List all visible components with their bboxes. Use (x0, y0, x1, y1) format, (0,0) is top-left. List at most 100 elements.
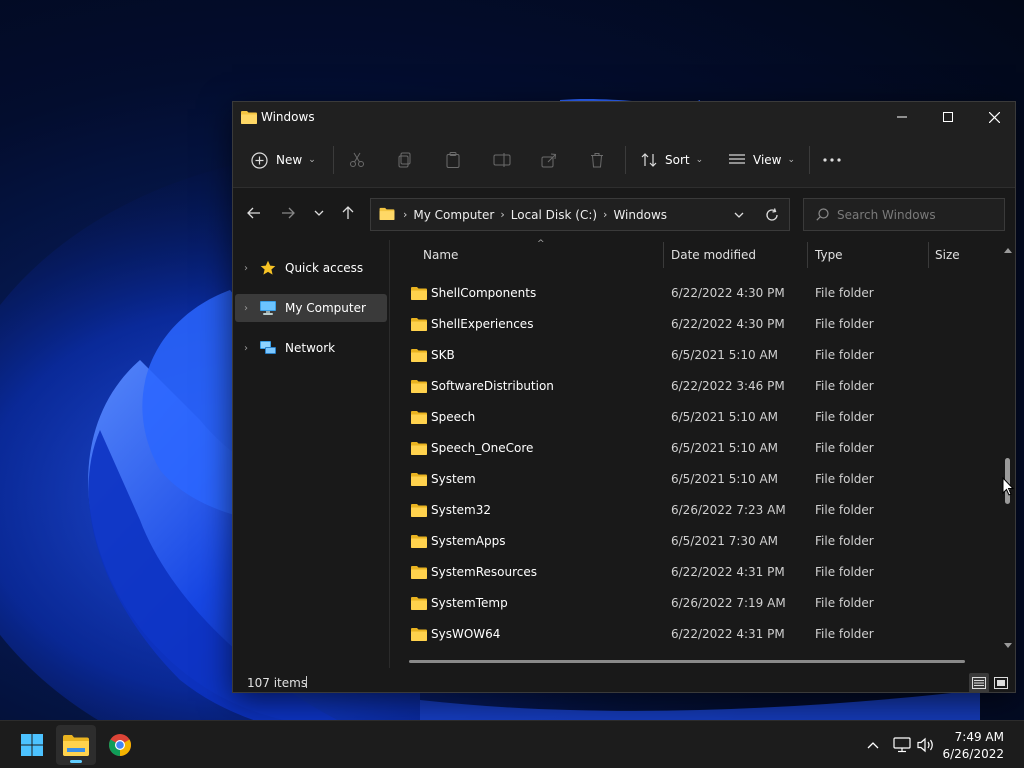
file-type: File folder (815, 410, 874, 424)
scroll-down-icon[interactable] (1003, 642, 1013, 650)
chevron-right-icon[interactable]: › (403, 208, 407, 221)
up-button[interactable] (335, 200, 361, 226)
column-size[interactable]: Size (935, 248, 960, 262)
file-type: File folder (815, 348, 874, 362)
taskbar-chrome[interactable] (100, 725, 140, 765)
search-input[interactable] (837, 207, 987, 222)
column-name[interactable]: Name (423, 248, 458, 262)
close-button[interactable] (971, 102, 1017, 132)
status-divider (306, 676, 307, 688)
explorer-body: › Quick access › My Computer › Network ^… (233, 239, 1015, 668)
vertical-scrollbar[interactable] (1001, 240, 1015, 658)
start-button[interactable] (12, 725, 52, 765)
sidebar-item-my-computer[interactable]: › My Computer (235, 294, 387, 322)
table-row[interactable]: ShellComponents 6/22/2022 4:30 PM File fol… (391, 278, 999, 309)
address-history-button[interactable] (726, 198, 752, 231)
large-icons-view-button[interactable] (991, 673, 1011, 693)
rename-button[interactable] (493, 146, 511, 174)
toolbar-divider (625, 146, 626, 174)
file-name: System (431, 472, 476, 486)
back-button[interactable] (241, 200, 267, 226)
table-row[interactable]: System32 6/26/2022 7:23 AM File folder (391, 495, 999, 526)
new-button[interactable]: New ⌄ (251, 146, 316, 174)
copy-button[interactable] (397, 146, 413, 174)
delete-button[interactable] (589, 146, 605, 174)
share-icon (541, 153, 557, 168)
table-row[interactable]: SystemResources 6/22/2022 4:31 PM File fol… (391, 557, 999, 588)
share-button[interactable] (541, 146, 557, 174)
clipboard-icon (446, 152, 460, 168)
active-indicator (70, 760, 82, 763)
search-box[interactable] (803, 198, 1005, 231)
table-row[interactable]: ShellExperiences 6/22/2022 4:30 PM File fo… (391, 309, 999, 340)
sidebar-item-label: Network (285, 341, 336, 355)
table-row[interactable]: System 6/5/2021 5:10 AM File folder (391, 464, 999, 495)
minimize-icon (897, 116, 907, 118)
file-name: SysWOW64 (431, 627, 501, 641)
chevron-right-icon[interactable]: › (603, 208, 607, 221)
cut-button[interactable] (349, 146, 365, 174)
sort-button[interactable]: Sort ⌄ (641, 146, 703, 174)
table-row[interactable]: SoftwareDistribution 6/22/2022 3:46 PM Fil… (391, 371, 999, 402)
more-icon (823, 158, 841, 162)
file-name: ShellComponents (431, 286, 537, 300)
column-divider[interactable] (928, 242, 929, 268)
arrow-left-icon (247, 207, 260, 219)
show-hidden-icons-button[interactable] (864, 735, 882, 755)
arrow-right-icon (282, 207, 295, 219)
folder-icon (411, 503, 427, 520)
breadcrumb-my-computer[interactable]: My Computer (413, 208, 494, 222)
details-view-button[interactable] (969, 673, 989, 693)
column-divider[interactable] (663, 242, 664, 268)
horizontal-scrollbar[interactable] (409, 660, 965, 663)
file-date-modified: 6/5/2021 5:10 AM (671, 410, 779, 424)
refresh-button[interactable] (759, 198, 785, 231)
system-clock[interactable]: 7:49 AM 6/26/2022 (942, 729, 1004, 763)
volume-tray-button[interactable] (916, 735, 936, 755)
windows-logo-icon (21, 734, 43, 756)
taskbar-file-explorer[interactable] (56, 725, 96, 765)
breadcrumb-windows[interactable]: Windows (613, 208, 667, 222)
recent-locations-button[interactable] (306, 200, 332, 226)
minimize-button[interactable] (879, 102, 925, 132)
folder-icon (411, 627, 427, 644)
sort-ascending-icon: ^ (537, 239, 545, 249)
sort-label: Sort (665, 153, 690, 167)
sidebar-item-quick-access[interactable]: › Quick access (235, 254, 387, 282)
file-type: File folder (815, 317, 874, 331)
column-date-modified[interactable]: Date modified (671, 248, 756, 262)
paste-button[interactable] (445, 146, 461, 174)
folder-icon (411, 534, 427, 551)
chevron-right-icon[interactable]: › (235, 343, 257, 354)
table-row[interactable]: Speech 6/5/2021 5:10 AM File folder (391, 402, 999, 433)
taskbar: 7:49 AM 6/26/2022 (0, 720, 1024, 768)
table-row[interactable]: SystemTemp 6/26/2022 7:19 AM File folder (391, 588, 999, 619)
file-type: File folder (815, 503, 874, 517)
file-type: File folder (815, 565, 874, 579)
table-row[interactable]: Speech_OneCore 6/5/2021 5:10 AM File folde… (391, 433, 999, 464)
view-button[interactable]: View ⌄ (729, 146, 795, 174)
sidebar-item-network[interactable]: › Network (235, 334, 387, 362)
tiles-view-icon (994, 677, 1008, 689)
table-row[interactable]: SysWOW64 6/22/2022 4:31 PM File folder (391, 619, 999, 650)
chevron-right-icon[interactable]: › (500, 208, 504, 221)
table-row[interactable]: SystemApps 6/5/2021 7:30 AM File folder (391, 526, 999, 557)
network-tray-button[interactable] (892, 735, 912, 755)
chevron-up-icon (867, 742, 879, 749)
chevron-right-icon[interactable]: › (235, 263, 257, 274)
more-options-button[interactable] (823, 146, 841, 174)
file-date-modified: 6/5/2021 7:30 AM (671, 534, 779, 548)
table-row[interactable]: SKB 6/5/2021 5:10 AM File folder (391, 340, 999, 371)
scroll-up-icon[interactable] (1003, 246, 1013, 254)
file-name: SystemApps (431, 534, 506, 548)
column-divider[interactable] (807, 242, 808, 268)
forward-button[interactable] (275, 200, 301, 226)
maximize-button[interactable] (925, 102, 971, 132)
breadcrumb-local-disk[interactable]: Local Disk (C:) (511, 208, 597, 222)
chevron-down-icon (734, 212, 744, 218)
view-list-icon (729, 154, 745, 164)
title-bar[interactable]: Windows (233, 102, 1015, 132)
command-bar: New ⌄ Sort ⌄ View ⌄ (233, 132, 1015, 188)
chevron-right-icon[interactable]: › (235, 303, 257, 314)
column-type[interactable]: Type (815, 248, 843, 262)
